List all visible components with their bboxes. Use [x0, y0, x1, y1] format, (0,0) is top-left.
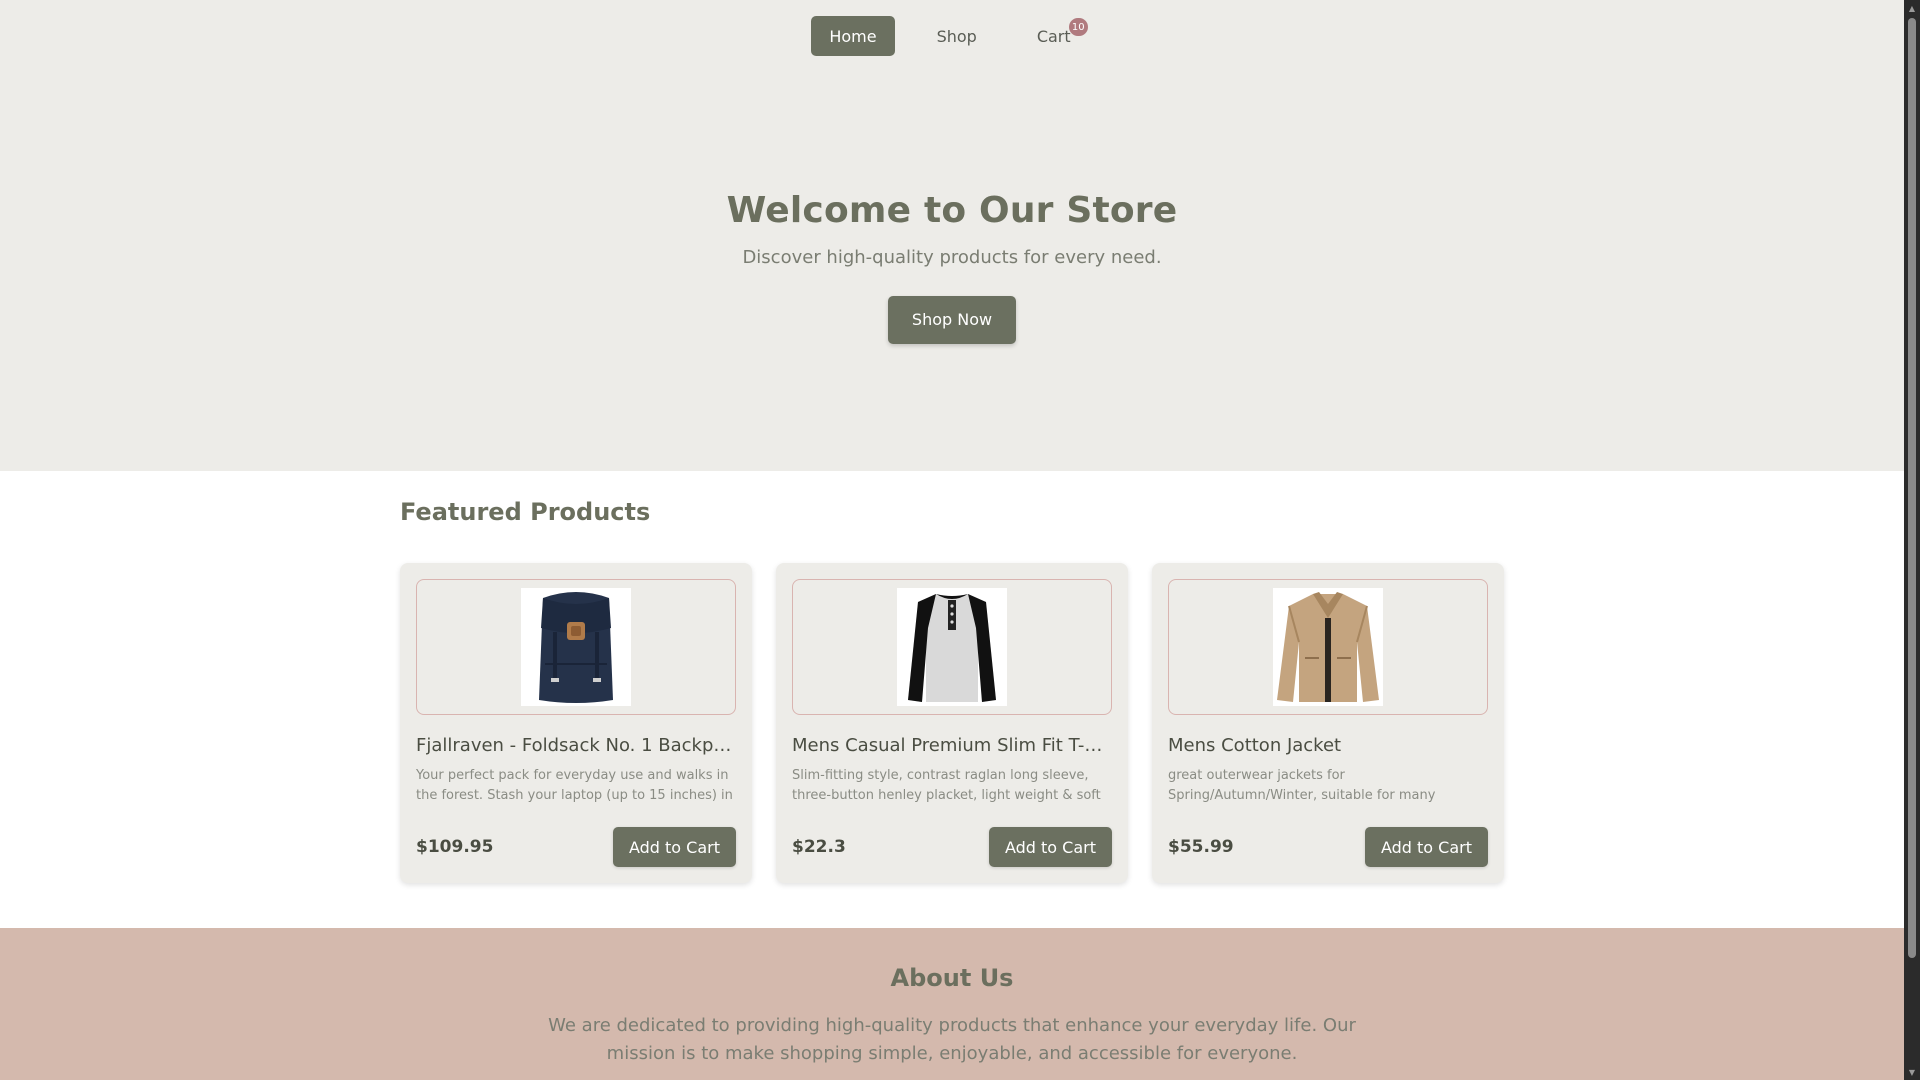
product-image-frame	[792, 579, 1112, 715]
hero-subtitle: Discover high-quality products for every…	[742, 247, 1162, 268]
product-card: Fjallraven - Foldsack No. 1 Backpack, ..…	[400, 563, 752, 883]
tshirt-illustration	[908, 594, 996, 702]
scroll-down-arrow-icon[interactable]: ▼	[1904, 1064, 1920, 1080]
cart-count-badge: 10	[1067, 17, 1089, 37]
product-title[interactable]: Mens Casual Premium Slim Fit T-Shirts	[792, 735, 1112, 756]
product-footer: $109.95 Add to Cart	[416, 827, 736, 867]
product-title[interactable]: Fjallraven - Foldsack No. 1 Backpack, ..…	[416, 735, 736, 756]
scroll-up-arrow-icon[interactable]: ▲	[1904, 0, 1920, 16]
nav-cart-label: Cart	[1036, 26, 1071, 46]
hero-content: Welcome to Our Store Discover high-quali…	[0, 190, 1904, 344]
product-price: $55.99	[1168, 837, 1234, 857]
about-heading: About Us	[890, 964, 1014, 992]
product-title[interactable]: Mens Cotton Jacket	[1168, 735, 1488, 756]
nav-cart-link[interactable]: Cart 10	[1019, 16, 1093, 56]
about-text: We are dedicated to providing high-quali…	[548, 1015, 1356, 1064]
product-price: $109.95	[416, 837, 494, 857]
product-image-frame	[1168, 579, 1488, 715]
add-to-cart-button[interactable]: Add to Cart	[988, 827, 1112, 867]
product-card: Mens Casual Premium Slim Fit T-Shirts Sl…	[776, 563, 1128, 883]
page: Home Shop Cart 10 Welcome to Our Store D…	[0, 0, 1904, 1080]
product-price: $22.3	[792, 837, 846, 857]
product-footer: $22.3 Add to Cart	[792, 827, 1112, 867]
product-grid: Fjallraven - Foldsack No. 1 Backpack, ..…	[400, 563, 1506, 883]
scrollbar-thumb[interactable]	[1908, 18, 1916, 958]
shop-now-button[interactable]: Shop Now	[887, 296, 1017, 344]
product-description: great outerwear jackets for Spring/Autum…	[1168, 768, 1436, 803]
nav-shop-link[interactable]: Shop	[919, 16, 995, 56]
nav-shop-label: Shop	[936, 26, 977, 46]
product-card: Mens Cotton Jacket great outerwear jacke…	[1152, 563, 1504, 883]
jacket-illustration	[1277, 592, 1379, 702]
about-section: About Us We are dedicated to providing h…	[0, 928, 1904, 1080]
backpack-image[interactable]	[521, 588, 631, 706]
hero-section: Home Shop Cart 10 Welcome to Our Store D…	[0, 0, 1904, 471]
product-footer: $55.99 Add to Cart	[1168, 827, 1488, 867]
product-description: Slim-fitting style, contrast raglan long…	[792, 768, 1101, 803]
featured-section: Featured Products Fjallraven - Foldsack …	[0, 471, 1904, 928]
featured-heading: Featured Products	[400, 498, 651, 526]
nav-home-link[interactable]: Home	[811, 16, 895, 56]
top-nav: Home Shop Cart 10	[0, 16, 1904, 56]
jacket-image[interactable]	[1273, 588, 1383, 706]
add-to-cart-button[interactable]: Add to Cart	[612, 827, 736, 867]
backpack-illustration	[539, 592, 613, 703]
vertical-scrollbar[interactable]: ▲ ▼	[1904, 0, 1920, 1080]
product-description: Your perfect pack for everyday use and w…	[416, 768, 733, 803]
tshirt-image[interactable]	[897, 588, 1007, 706]
add-to-cart-button[interactable]: Add to Cart	[1364, 827, 1488, 867]
nav-home-label: Home	[829, 26, 877, 46]
featured-container: Featured Products Fjallraven - Foldsack …	[400, 498, 1506, 883]
hero-title: Welcome to Our Store	[726, 190, 1178, 231]
product-image-frame	[416, 579, 736, 715]
